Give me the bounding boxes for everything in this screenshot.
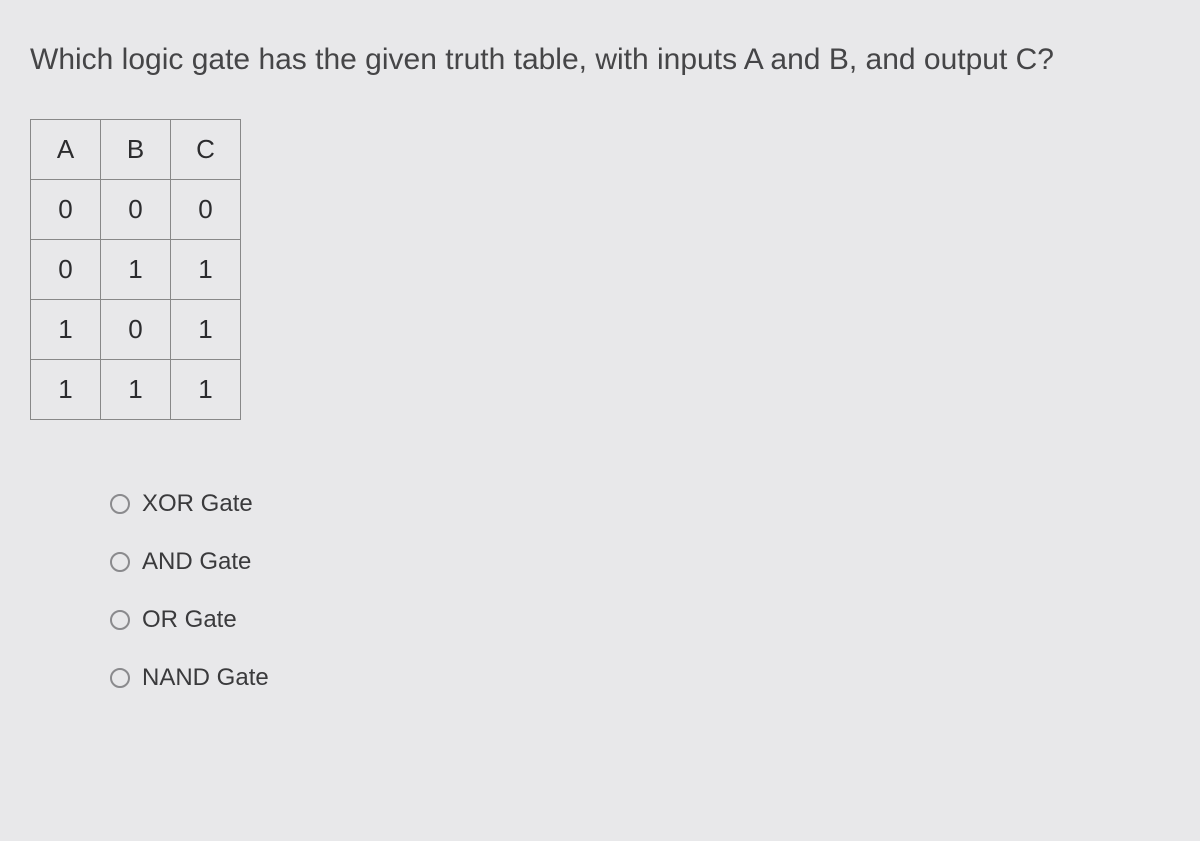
- table-row: 0 0 0: [31, 179, 241, 239]
- table-row: 0 1 1: [31, 239, 241, 299]
- table-cell: 1: [171, 299, 241, 359]
- table-cell: 1: [171, 239, 241, 299]
- radio-icon: [110, 552, 130, 572]
- table-row: 1 0 1: [31, 299, 241, 359]
- truth-table: A B C 0 0 0 0 1 1 1 0 1 1 1 1: [30, 119, 241, 420]
- table-header-row: A B C: [31, 119, 241, 179]
- option-or-gate[interactable]: OR Gate: [110, 606, 1170, 634]
- option-label: XOR Gate: [142, 490, 253, 518]
- option-nand-gate[interactable]: NAND Gate: [110, 664, 1170, 692]
- table-cell: 1: [171, 359, 241, 419]
- table-cell: 1: [101, 359, 171, 419]
- option-label: NAND Gate: [142, 664, 269, 692]
- question-text: Which logic gate has the given truth tab…: [30, 40, 1170, 81]
- radio-icon: [110, 610, 130, 630]
- table-header: A: [31, 119, 101, 179]
- table-cell: 0: [101, 299, 171, 359]
- table-cell: 0: [31, 179, 101, 239]
- table-header: B: [101, 119, 171, 179]
- radio-icon: [110, 668, 130, 688]
- option-xor-gate[interactable]: XOR Gate: [110, 490, 1170, 518]
- table-header: C: [171, 119, 241, 179]
- table-cell: 1: [31, 359, 101, 419]
- table-row: 1 1 1: [31, 359, 241, 419]
- option-label: OR Gate: [142, 606, 237, 634]
- table-cell: 0: [101, 179, 171, 239]
- table-cell: 1: [31, 299, 101, 359]
- option-and-gate[interactable]: AND Gate: [110, 548, 1170, 576]
- radio-icon: [110, 494, 130, 514]
- option-label: AND Gate: [142, 548, 251, 576]
- table-cell: 1: [101, 239, 171, 299]
- options-group: XOR Gate AND Gate OR Gate NAND Gate: [110, 490, 1170, 692]
- table-cell: 0: [171, 179, 241, 239]
- table-cell: 0: [31, 239, 101, 299]
